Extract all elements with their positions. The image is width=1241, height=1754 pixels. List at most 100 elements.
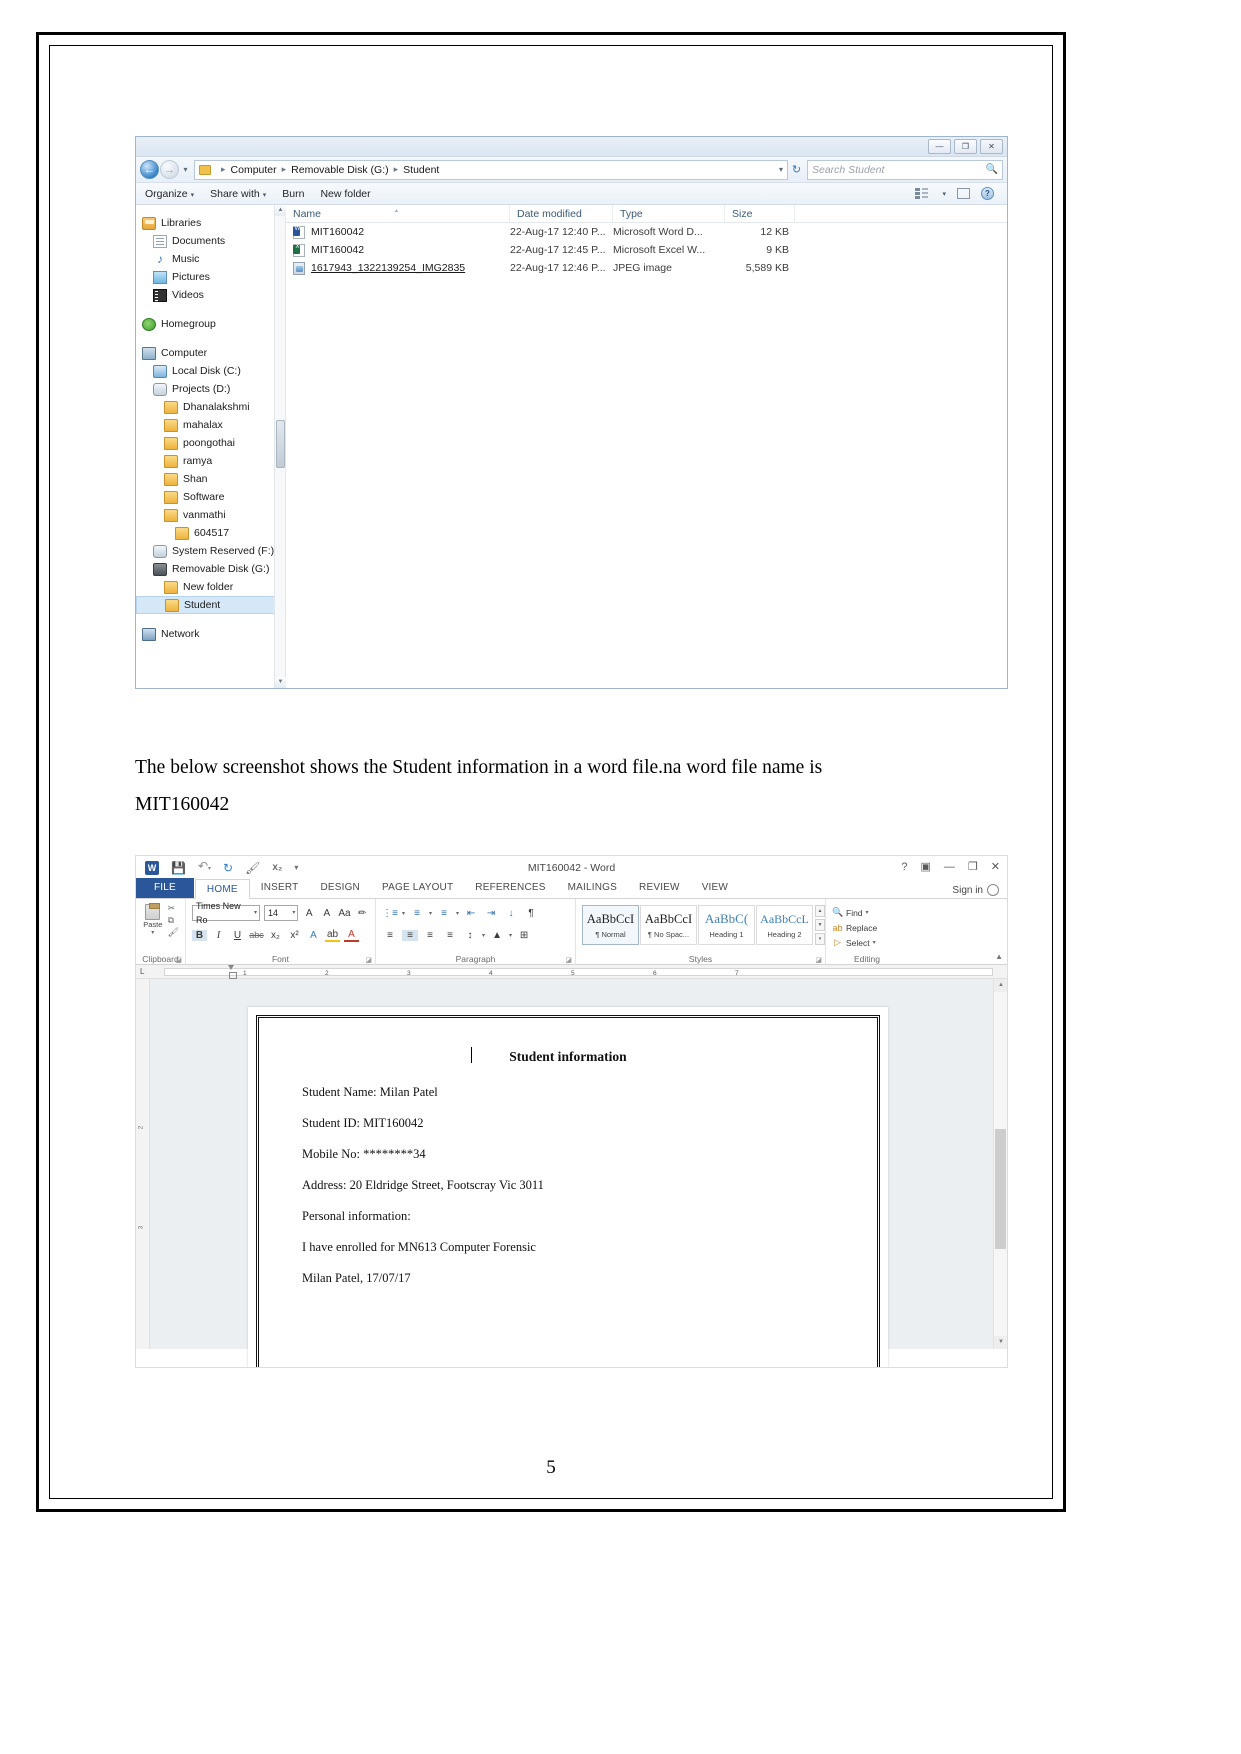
paste-button[interactable]: Paste ▾ bbox=[142, 903, 164, 936]
style-normal[interactable]: AaBbCcI ¶ Normal bbox=[582, 905, 639, 945]
chevron-down-icon[interactable]: ▾ bbox=[509, 932, 512, 939]
sort-icon[interactable]: ↓ bbox=[503, 908, 519, 919]
show-formatting-marks-icon[interactable]: ¶ bbox=[523, 908, 539, 919]
tree-item-local-disk-c[interactable]: Local Disk (C:) bbox=[136, 362, 285, 380]
save-icon[interactable]: 💾 bbox=[171, 862, 186, 874]
style-no-spac[interactable]: AaBbCcI ¶ No Spac... bbox=[640, 905, 697, 945]
format-painter-icon[interactable]: 🖌 bbox=[245, 862, 260, 874]
sign-in-button[interactable]: Sign in bbox=[952, 884, 999, 896]
shrink-font-icon[interactable]: A bbox=[320, 908, 334, 919]
bold-button[interactable]: B bbox=[192, 929, 207, 941]
search-box[interactable]: Search Student 🔍 bbox=[807, 159, 1003, 180]
forward-arrow-icon[interactable]: → bbox=[160, 160, 179, 179]
undo-icon[interactable]: ↶▾ bbox=[198, 860, 211, 875]
close-button[interactable]: ✕ bbox=[991, 860, 1000, 873]
redo-icon[interactable]: ↻ bbox=[223, 862, 233, 874]
tree-item-libraries[interactable]: Libraries bbox=[136, 214, 285, 232]
column-header-type[interactable]: Type bbox=[613, 204, 725, 223]
numbering-icon[interactable]: ≡ bbox=[409, 908, 425, 919]
help-icon[interactable]: ? bbox=[981, 187, 994, 200]
restore-button[interactable]: ❐ bbox=[968, 860, 978, 873]
replace-button[interactable]: ab Replace bbox=[832, 920, 902, 935]
chevron-down-icon[interactable]: ▾ bbox=[942, 190, 946, 198]
tree-item-homegroup[interactable]: Homegroup bbox=[136, 315, 285, 333]
column-header-size[interactable]: Size bbox=[725, 204, 795, 223]
tree-item-removable-disk-g[interactable]: Removable Disk (G:) bbox=[136, 560, 285, 578]
collapse-ribbon-icon[interactable]: ▲ bbox=[995, 952, 1003, 961]
tree-item-computer[interactable]: Computer bbox=[136, 344, 285, 362]
highlight-color-icon[interactable]: ab bbox=[325, 929, 340, 942]
change-view-icon[interactable] bbox=[915, 188, 929, 199]
dialog-launcher-icon[interactable]: ◪ bbox=[815, 956, 822, 964]
ribbon-display-options-icon[interactable]: ▣ bbox=[921, 860, 931, 873]
maximize-button[interactable]: ❐ bbox=[954, 139, 977, 154]
dialog-launcher-icon[interactable]: ◪ bbox=[565, 956, 572, 964]
align-left-icon[interactable]: ≡ bbox=[382, 930, 398, 941]
chevron-down-icon[interactable]: ▾ bbox=[482, 932, 485, 939]
select-button[interactable]: ▷ Select ▾ bbox=[832, 935, 902, 950]
tree-item-videos[interactable]: Videos bbox=[136, 286, 285, 304]
font-color-icon[interactable]: A bbox=[344, 929, 359, 942]
back-arrow-icon[interactable]: ← bbox=[140, 160, 159, 179]
tab-references[interactable]: REFERENCES bbox=[464, 878, 556, 898]
refresh-icon[interactable]: ↻ bbox=[788, 163, 805, 176]
address-breadcrumb-field[interactable]: ▸ Computer ▸ Removable Disk (G:) ▸ Stude… bbox=[194, 159, 788, 180]
indent-marker-icon[interactable] bbox=[228, 965, 237, 979]
scroll-down-icon[interactable]: ▼ bbox=[275, 677, 286, 688]
grow-font-icon[interactable]: A bbox=[302, 908, 316, 919]
find-button[interactable]: 🔍 Find ▾ bbox=[832, 905, 902, 920]
scroll-down-icon[interactable]: ▼ bbox=[994, 1336, 1007, 1349]
nav-scrollbar[interactable]: ▲ ▼ bbox=[274, 205, 286, 688]
close-button[interactable]: ✕ bbox=[980, 139, 1003, 154]
subscript-button[interactable]: x₂ bbox=[268, 930, 283, 941]
clear-formatting-icon[interactable]: ✏ bbox=[355, 908, 369, 919]
scroll-up-icon[interactable]: ▲ bbox=[994, 979, 1007, 992]
scroll-thumb[interactable] bbox=[995, 1129, 1006, 1249]
tree-item-604517[interactable]: 604517 bbox=[136, 524, 285, 542]
breadcrumb-removable-disk[interactable]: Removable Disk (G:) bbox=[291, 164, 388, 176]
document-scrollbar[interactable]: ▲ ▼ bbox=[993, 979, 1007, 1349]
increase-indent-icon[interactable]: ⇥ bbox=[483, 908, 499, 919]
recent-pages-caret-icon[interactable]: ▾ bbox=[180, 165, 191, 174]
tree-item-student[interactable]: Student bbox=[136, 596, 285, 614]
tree-item-shan[interactable]: Shan bbox=[136, 470, 285, 488]
column-header-name[interactable]: Name bbox=[286, 202, 510, 223]
help-icon[interactable]: ? bbox=[901, 861, 907, 873]
tab-file[interactable]: FILE bbox=[136, 878, 194, 898]
superscript-button[interactable]: x² bbox=[287, 930, 302, 941]
minimize-button[interactable]: — bbox=[928, 139, 951, 154]
style-heading-2[interactable]: AaBbCcL Heading 2 bbox=[756, 905, 813, 945]
line-spacing-icon[interactable]: ↕ bbox=[462, 930, 478, 941]
column-header-date-modified[interactable]: Date modified bbox=[510, 204, 613, 223]
justify-icon[interactable]: ≡ bbox=[442, 930, 458, 941]
font-name-combobox[interactable]: Times New Ro ▾ bbox=[192, 901, 261, 925]
breadcrumb-student[interactable]: Student bbox=[403, 164, 439, 176]
share-with-button[interactable]: Share with ▾ bbox=[210, 188, 266, 200]
tab-home[interactable]: HOME bbox=[194, 879, 250, 899]
font-size-combobox[interactable]: 14 ▾ bbox=[264, 905, 299, 921]
align-right-icon[interactable]: ≡ bbox=[422, 930, 438, 941]
tab-mailings[interactable]: MAILINGS bbox=[557, 878, 628, 898]
styles-more-icon[interactable]: ▾ bbox=[815, 933, 825, 945]
copy-icon[interactable]: ⧉ bbox=[168, 916, 179, 925]
horizontal-ruler[interactable]: L 1 2 3 4 5 6 7 bbox=[136, 965, 1007, 979]
tree-item-new-folder[interactable]: New folder bbox=[136, 578, 285, 596]
scroll-thumb[interactable] bbox=[276, 420, 285, 468]
file-row[interactable]: MIT160042 22-Aug-17 12:45 P... Microsoft E… bbox=[286, 241, 1007, 259]
customize-quick-access-icon[interactable]: ▾ bbox=[294, 862, 298, 874]
underline-button[interactable]: U bbox=[230, 930, 245, 941]
borders-icon[interactable]: ⊞ bbox=[516, 930, 532, 941]
strikethrough-button[interactable]: abc bbox=[249, 930, 264, 940]
tree-item-poongothai[interactable]: poongothai bbox=[136, 434, 285, 452]
italic-button[interactable]: I bbox=[211, 930, 226, 941]
tree-item-ramya[interactable]: ramya bbox=[136, 452, 285, 470]
chevron-down-icon[interactable]: ▾ bbox=[456, 910, 459, 917]
tree-item-system-reserved-f[interactable]: System Reserved (F:) bbox=[136, 542, 285, 560]
tab-review[interactable]: REVIEW bbox=[628, 878, 691, 898]
tab-insert[interactable]: INSERT bbox=[250, 878, 310, 898]
address-dropdown-icon[interactable]: ▾ bbox=[773, 165, 783, 174]
tab-page-layout[interactable]: PAGE LAYOUT bbox=[371, 878, 464, 898]
align-center-icon[interactable]: ≡ bbox=[402, 929, 418, 941]
organize-button[interactable]: Organize ▾ bbox=[145, 188, 194, 200]
preview-pane-icon[interactable] bbox=[957, 188, 970, 199]
